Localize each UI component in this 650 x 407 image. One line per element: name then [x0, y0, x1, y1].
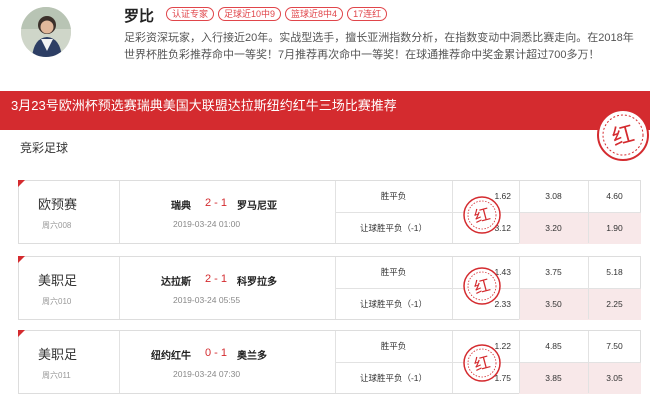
expert-profile: 罗比 认证专家 足球近10中9 篮球近8中4 17连红 足彩资深玩家，入行接近2… [0, 0, 650, 86]
card-corner-marker [18, 256, 25, 263]
match-time: 2019-03-24 05:55 [173, 295, 241, 305]
divider [452, 257, 453, 319]
home-team: 纽约红牛 [151, 351, 191, 362]
badge-list: 认证专家 足球近10中9 篮球近8中4 17连红 [166, 7, 388, 21]
section-title: 竞彩足球 [20, 141, 69, 155]
match-number: 周六011 [42, 371, 71, 380]
odds-draw-recommended[interactable]: 3.20 [519, 213, 588, 244]
divider [588, 257, 589, 319]
league-name: 美职足 [38, 273, 78, 288]
league-name: 欧预赛 [38, 197, 78, 212]
away-team: 罗马尼亚 [237, 201, 277, 212]
match-number: 周六008 [42, 221, 72, 230]
hit-stamp-icon: 红 [462, 343, 502, 383]
article-title: 3月23号欧洲杯预选赛瑞典美国大联盟达拉斯纽约红牛三场比赛推荐 [11, 98, 397, 113]
home-team: 达拉斯 [161, 277, 191, 288]
card-corner-marker [18, 330, 25, 337]
match-number: 周六010 [42, 297, 72, 306]
divider [452, 181, 453, 243]
divider [119, 331, 120, 393]
odds-draw-recommended[interactable]: 3.50 [519, 289, 588, 320]
odds-draw[interactable]: 3.75 [519, 257, 588, 288]
odds-row-label: 让球胜平负（-1） [359, 223, 428, 233]
odds-row-label: 胜平负 [380, 191, 407, 201]
expert-description: 足彩资深玩家，入行接近20年。实战型选手，擅长亚洲指数分析，在指数变动中洞悉比赛… [124, 32, 634, 61]
odds-draw[interactable]: 3.08 [519, 181, 588, 212]
divider [588, 181, 589, 243]
odds-row-label: 让球胜平负（-1） [359, 299, 428, 309]
divider [119, 181, 120, 243]
match-card: 美职足 周六010 达拉斯 2 - 1 科罗拉多 2019-03-24 05:5… [18, 256, 641, 320]
odds-row-label: 让球胜平负（-1） [359, 373, 428, 383]
home-team: 瑞典 [171, 201, 191, 212]
away-team: 奥兰多 [237, 351, 267, 362]
divider [519, 181, 520, 243]
match-score: 0 - 1 [204, 347, 227, 359]
odds-row-label: 胜平负 [380, 341, 407, 351]
odds-lose[interactable]: 5.18 [588, 257, 641, 288]
badge-streak: 17连红 [347, 7, 388, 21]
divider [119, 257, 120, 319]
odds-draw[interactable]: 4.85 [519, 331, 588, 362]
match-card: 美职足 周六011 纽约红牛 0 - 1 奥兰多 2019-03-24 07:3… [18, 330, 641, 394]
badge-basketball-record: 篮球近8中4 [285, 7, 344, 21]
article-banner: 3月23号欧洲杯预选赛瑞典美国大联盟达拉斯纽约红牛三场比赛推荐 [0, 91, 650, 130]
divider [452, 331, 453, 393]
match-time: 2019-03-24 01:00 [173, 219, 241, 229]
odds-lose-recommended[interactable]: 3.05 [588, 363, 641, 394]
odds-lose-recommended[interactable]: 2.25 [588, 289, 641, 320]
hit-stamp-icon: 红 [462, 266, 502, 306]
league-name: 美职足 [38, 347, 78, 362]
badge-football-record: 足球近10中9 [218, 7, 282, 21]
expert-name: 罗比 [124, 8, 155, 25]
odds-draw-recommended[interactable]: 3.85 [519, 363, 588, 394]
odds-row-label: 胜平负 [380, 267, 407, 277]
divider [588, 331, 589, 393]
divider [519, 331, 520, 393]
divider [519, 257, 520, 319]
odds-lose-recommended[interactable]: 1.90 [588, 213, 641, 244]
card-corner-marker [18, 180, 25, 187]
avatar[interactable] [21, 7, 71, 57]
hit-stamp-icon: 红 [462, 195, 502, 235]
away-team: 科罗拉多 [237, 277, 277, 288]
badge-certified: 认证专家 [166, 7, 215, 21]
match-score: 2 - 1 [204, 197, 227, 209]
match-score: 2 - 1 [204, 273, 227, 285]
match-time: 2019-03-24 07:30 [173, 369, 241, 379]
hit-stamp-icon: 红 [596, 108, 650, 162]
odds-lose[interactable]: 7.50 [588, 331, 641, 362]
odds-lose[interactable]: 4.60 [588, 181, 641, 212]
match-card: 欧预赛 周六008 瑞典 2 - 1 罗马尼亚 2019-03-24 01:00… [18, 180, 641, 244]
